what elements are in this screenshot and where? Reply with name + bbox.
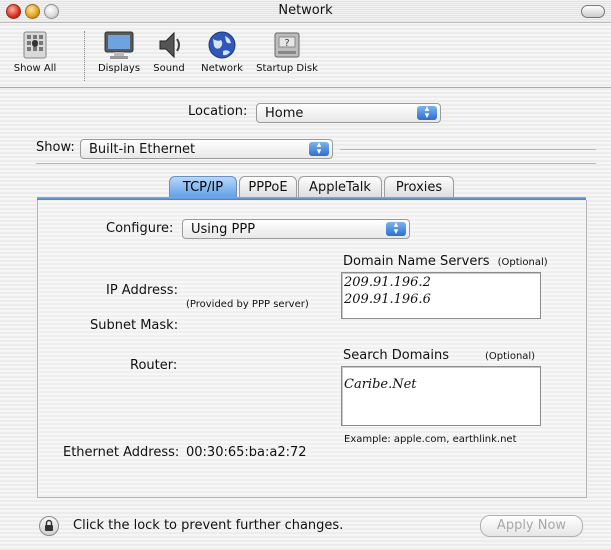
search-domains-field[interactable]: Caribe.Net xyxy=(341,366,541,426)
startup-disk-icon: ? xyxy=(270,29,304,61)
popup-arrows-icon: ▴ ▾ xyxy=(386,221,406,237)
popup-arrows-icon: ▴ ▾ xyxy=(417,105,437,121)
search-domain-1: Caribe.Net xyxy=(344,377,417,392)
location-popup[interactable]: Home ▴ ▾ xyxy=(256,103,441,123)
dns-optional: (Optional) xyxy=(497,257,548,268)
toolbar-label: Displays xyxy=(97,63,141,74)
tab-appletalk[interactable]: AppleTalk xyxy=(298,176,382,198)
toolbar-label: Show All xyxy=(13,63,57,74)
provided-by-ppp-note: (Provided by PPP server) xyxy=(186,299,309,310)
separator xyxy=(340,149,596,150)
show-all-icon xyxy=(18,29,52,61)
ip-address-label: IP Address: xyxy=(106,283,178,298)
toolbar-item-sound[interactable]: Sound xyxy=(148,29,190,74)
show-popup[interactable]: Built-in Ethernet ▴ ▾ xyxy=(80,139,333,159)
search-domains-label: Search Domains xyxy=(343,348,450,363)
popup-arrows-icon: ▴ ▾ xyxy=(309,141,329,157)
sound-icon xyxy=(152,29,186,61)
show-value: Built-in Ethernet xyxy=(89,142,196,157)
toolbar-item-network[interactable]: Network xyxy=(196,29,248,74)
lock-icon xyxy=(45,519,53,531)
title-bar: Network xyxy=(0,0,611,23)
dns-label: Domain Name Servers (Optional) xyxy=(343,254,548,269)
toolbar-toggle-button[interactable] xyxy=(581,5,605,18)
toolbar-label: Sound xyxy=(153,63,185,74)
dns-server-1: 209.91.196.2 xyxy=(344,275,431,290)
tab-pppoe[interactable]: PPPoE xyxy=(239,176,297,198)
displays-icon xyxy=(102,29,136,61)
toolbar-item-displays[interactable]: Displays xyxy=(93,29,145,74)
window-title: Network xyxy=(278,3,333,18)
toolbar-label: Network xyxy=(201,63,243,74)
dns-servers-field[interactable]: 209.91.196.2 209.91.196.6 xyxy=(341,272,541,319)
lock-button[interactable] xyxy=(39,516,59,536)
subnet-mask-label: Subnet Mask: xyxy=(90,318,179,333)
tab-tcpip[interactable]: TCP/IP xyxy=(169,176,237,198)
toolbar: Show All Displays Sound Network ? Startu… xyxy=(0,23,611,88)
dns-label-text: Domain Name Servers xyxy=(343,254,490,269)
ethernet-address-value: 00:30:65:ba:a2:72 xyxy=(186,445,307,460)
svg-text:?: ? xyxy=(284,38,289,49)
toolbar-divider xyxy=(84,31,85,81)
show-label: Show: xyxy=(36,140,75,155)
example-text: Example: apple.com, earthlink.net xyxy=(344,434,517,445)
toolbar-item-show-all[interactable]: Show All xyxy=(6,29,64,74)
tab-proxies[interactable]: Proxies xyxy=(384,176,454,198)
network-preferences-window: Network Show All Displays Sound Network … xyxy=(0,0,611,550)
apply-now-button[interactable]: Apply Now xyxy=(480,515,583,537)
configure-popup[interactable]: Using PPP ▴ ▾ xyxy=(182,219,410,239)
separator xyxy=(36,163,596,164)
ethernet-address-label: Ethernet Address: xyxy=(63,445,180,460)
location-value: Home xyxy=(265,106,304,121)
toolbar-label: Startup Disk xyxy=(256,63,318,74)
configure-value: Using PPP xyxy=(191,222,256,237)
configure-label: Configure: xyxy=(106,221,174,236)
router-label: Router: xyxy=(130,358,178,373)
location-label: Location: xyxy=(188,104,248,119)
search-domains-optional: (Optional) xyxy=(485,351,536,362)
dns-server-2: 209.91.196.6 xyxy=(344,292,431,307)
lock-message: Click the lock to prevent further change… xyxy=(73,518,344,533)
network-icon xyxy=(205,29,239,61)
toolbar-item-startup-disk[interactable]: ? Startup Disk xyxy=(252,29,322,74)
